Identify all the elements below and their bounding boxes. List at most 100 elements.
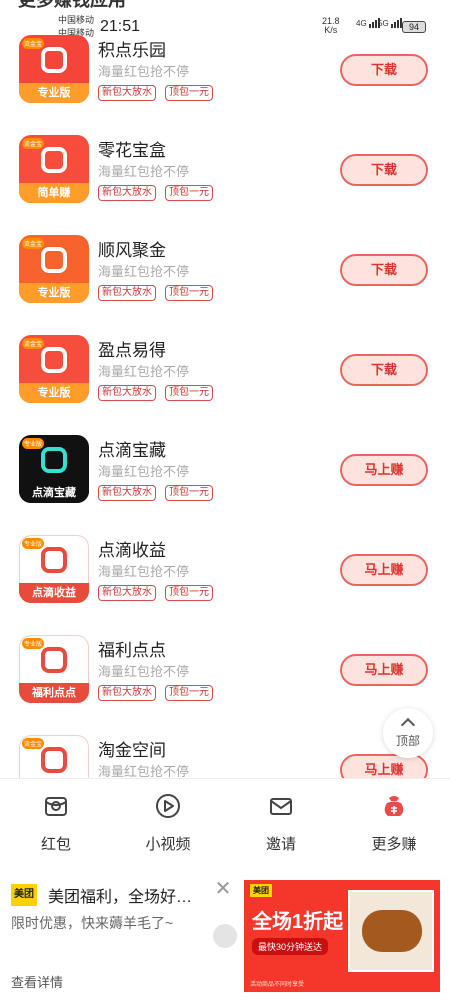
app-logo-glyph (41, 247, 67, 273)
app-row[interactable]: 流金宝 专业版 积点乐园海量红包抢不停 新包大放水 顶包一元 下载 (0, 30, 450, 130)
app-description: 海量红包抢不停 (98, 764, 190, 778)
tag-top-up: 顶包一元 (165, 85, 213, 101)
ad-banner[interactable]: 美团 美团福利，全场好… ✕ 限时优惠，快来薅羊毛了~ 查看详情 美团 全场1折… (0, 866, 450, 1000)
app-description: 海量红包抢不停 (98, 464, 190, 479)
nav-item-more-earn[interactable]: 更多赚 (338, 793, 450, 854)
banner-fine-print: 活动商品不同时享受 (250, 982, 305, 988)
earn-now-button[interactable]: 马上赚 (340, 454, 428, 486)
tag-new-package: 新包大放水 (98, 485, 156, 501)
app-icon[interactable]: 流金宝 (19, 735, 89, 778)
app-row[interactable]: 流金宝 专业版 盈点易得 海量红包抢不停 新包大放水 顶包一元 下载 (0, 330, 450, 430)
ad-subtitle: 限时优惠，快来薅羊毛了~ (11, 915, 174, 931)
banner-subtitle: 最快30分钟送达 (252, 938, 329, 955)
nav-label-invite: 邀请 (265, 836, 296, 853)
app-icon-badge: 流金宝 (22, 338, 45, 349)
app-row[interactable]: 流金宝 简单赚 零花宝盒 海量红包抢不停 新包大放水 顶包一元 下载 (0, 130, 450, 230)
app-logo-glyph (41, 647, 67, 673)
app-description: 海量红包抢不停 (98, 64, 190, 79)
meituan-logo: 美团 (11, 884, 37, 906)
app-icon-badge: 流金宝 (22, 138, 45, 149)
download-button[interactable]: 下载 (340, 154, 428, 186)
app-icon[interactable]: 流金宝 简单赚 (19, 135, 89, 203)
app-logo-glyph (41, 47, 67, 73)
red-packet-icon (45, 797, 67, 816)
app-icon-badge: 专业版 (22, 538, 45, 549)
app-description: 海量红包抢不停 (98, 564, 190, 579)
app-description: 海量红包抢不停 (98, 264, 190, 279)
nav-label-short-video: 小视频 (145, 836, 191, 853)
app-icon-label: 点滴收益 (19, 583, 89, 603)
app-icon[interactable]: 流金宝 专业版 (19, 335, 89, 403)
app-row[interactable]: 专业版 福利点点 福利点点 海量红包抢不停 新包大放水 顶包一元 马上赚 (0, 630, 450, 730)
earn-now-button[interactable]: 马上赚 (340, 554, 428, 586)
app-icon-badge: 专业版 (22, 438, 45, 449)
earn-now-button[interactable]: 马上赚 (340, 754, 428, 778)
ad-indicator-icon (213, 924, 237, 948)
ad-image[interactable]: 美团 全场1折起 最快30分钟送达 活动商品不同时享受 (244, 880, 440, 992)
tag-new-package: 新包大放水 (98, 185, 156, 201)
app-icon[interactable]: 专业版 点滴宝藏 (19, 435, 89, 503)
download-button[interactable]: 下载 (340, 354, 428, 386)
roast-chicken-image (348, 890, 434, 972)
signal-1-label: 4G (356, 19, 367, 28)
download-button[interactable]: 下载 (340, 54, 428, 86)
close-icon[interactable]: ✕ (212, 878, 234, 900)
app-name: 点滴收益 (98, 541, 166, 560)
app-name: 点滴宝藏 (98, 441, 166, 460)
app-icon[interactable]: 流金宝 专业版 (19, 35, 89, 103)
tag-new-package: 新包大放水 (98, 585, 156, 601)
back-to-top-button[interactable]: 顶部 (383, 708, 433, 758)
download-button[interactable]: 下载 (340, 254, 428, 286)
app-icon[interactable]: 流金宝 专业版 (19, 235, 89, 303)
app-icon[interactable]: 专业版 福利点点 (19, 635, 89, 703)
app-icon-label: 专业版 (19, 283, 89, 303)
app-description: 海量红包抢不停 (98, 364, 190, 379)
chevron-up-icon (400, 717, 416, 733)
nav-label-red-packet: 红包 (40, 836, 71, 853)
ad-title[interactable]: 美团福利，全场好… (48, 883, 213, 907)
page-title-partial: 更多赚钱应用 (18, 0, 126, 10)
app-logo-glyph (41, 547, 67, 573)
earn-now-button[interactable]: 马上赚 (340, 654, 428, 686)
app-icon-label: 点滴宝藏 (19, 483, 89, 503)
app-list: 流金宝 专业版 积点乐园 海量红包抢不停 新包大放水 顶包一元 下载 流金宝 简单赚 零花宝盒 海量… (0, 30, 450, 778)
app-logo-glyph (41, 347, 67, 373)
ad-details-link[interactable]: 查看详情 (11, 972, 63, 991)
more-earn-icon (384, 796, 404, 816)
app-row[interactable]: 专业版 点滴收益 点滴收益 海量红包抢不停 新包大放水 顶包一元 马上赚 (0, 530, 450, 630)
app-name: 顺风聚金 (98, 241, 166, 260)
tag-new-package: 新包大放水 (98, 685, 156, 701)
app-description: 海量红包抢不停 (98, 664, 190, 679)
nav-item-red-packet[interactable]: 红包 (0, 793, 112, 854)
app-icon-badge: 流金宝 (22, 238, 45, 249)
nav-label-more-earn: 更多赚 (371, 836, 417, 853)
app-logo-glyph (41, 447, 67, 473)
food-shape (362, 910, 422, 952)
signal-2-icon: 5G (378, 18, 403, 28)
banner-headline: 全场1折起 (252, 911, 344, 933)
app-icon[interactable]: 专业版 点滴收益 (19, 535, 89, 603)
nav-item-invite[interactable]: 邀请 (225, 793, 337, 854)
tag-top-up: 顶包一元 (165, 685, 213, 701)
invite-icon (270, 798, 292, 815)
app-icon-badge: 流金宝 (22, 738, 45, 749)
app-name: 淘金空间 (98, 741, 166, 760)
app-description: 海量红包抢不停 (98, 164, 190, 179)
app-name: 盈点易得 (98, 341, 166, 360)
tag-top-up: 顶包一元 (165, 585, 213, 601)
tag-top-up: 顶包一元 (165, 285, 213, 301)
app-row[interactable]: 流金宝 专业版 顺风聚金 海量红包抢不停 新包大放水 顶包一元 下载 (0, 230, 450, 330)
app-icon-label: 福利点点 (19, 683, 89, 703)
app-row[interactable]: 专业版 点滴宝藏 点滴宝藏 海量红包抢不停 新包大放水 顶包一元 马上赚 (0, 430, 450, 530)
tag-new-package: 新包大放水 (98, 85, 156, 101)
app-name: 福利点点 (98, 641, 166, 660)
app-icon-label: 专业版 (19, 383, 89, 403)
play-icon (156, 794, 180, 818)
app-name: 积点乐园 (98, 41, 166, 60)
app-logo-glyph (41, 147, 67, 173)
signal-2-label: 5G (378, 19, 389, 28)
app-icon-badge: 专业版 (22, 638, 45, 649)
tag-new-package: 新包大放水 (98, 285, 156, 301)
nav-item-short-video[interactable]: 小视频 (112, 793, 224, 854)
tag-top-up: 顶包一元 (165, 485, 213, 501)
